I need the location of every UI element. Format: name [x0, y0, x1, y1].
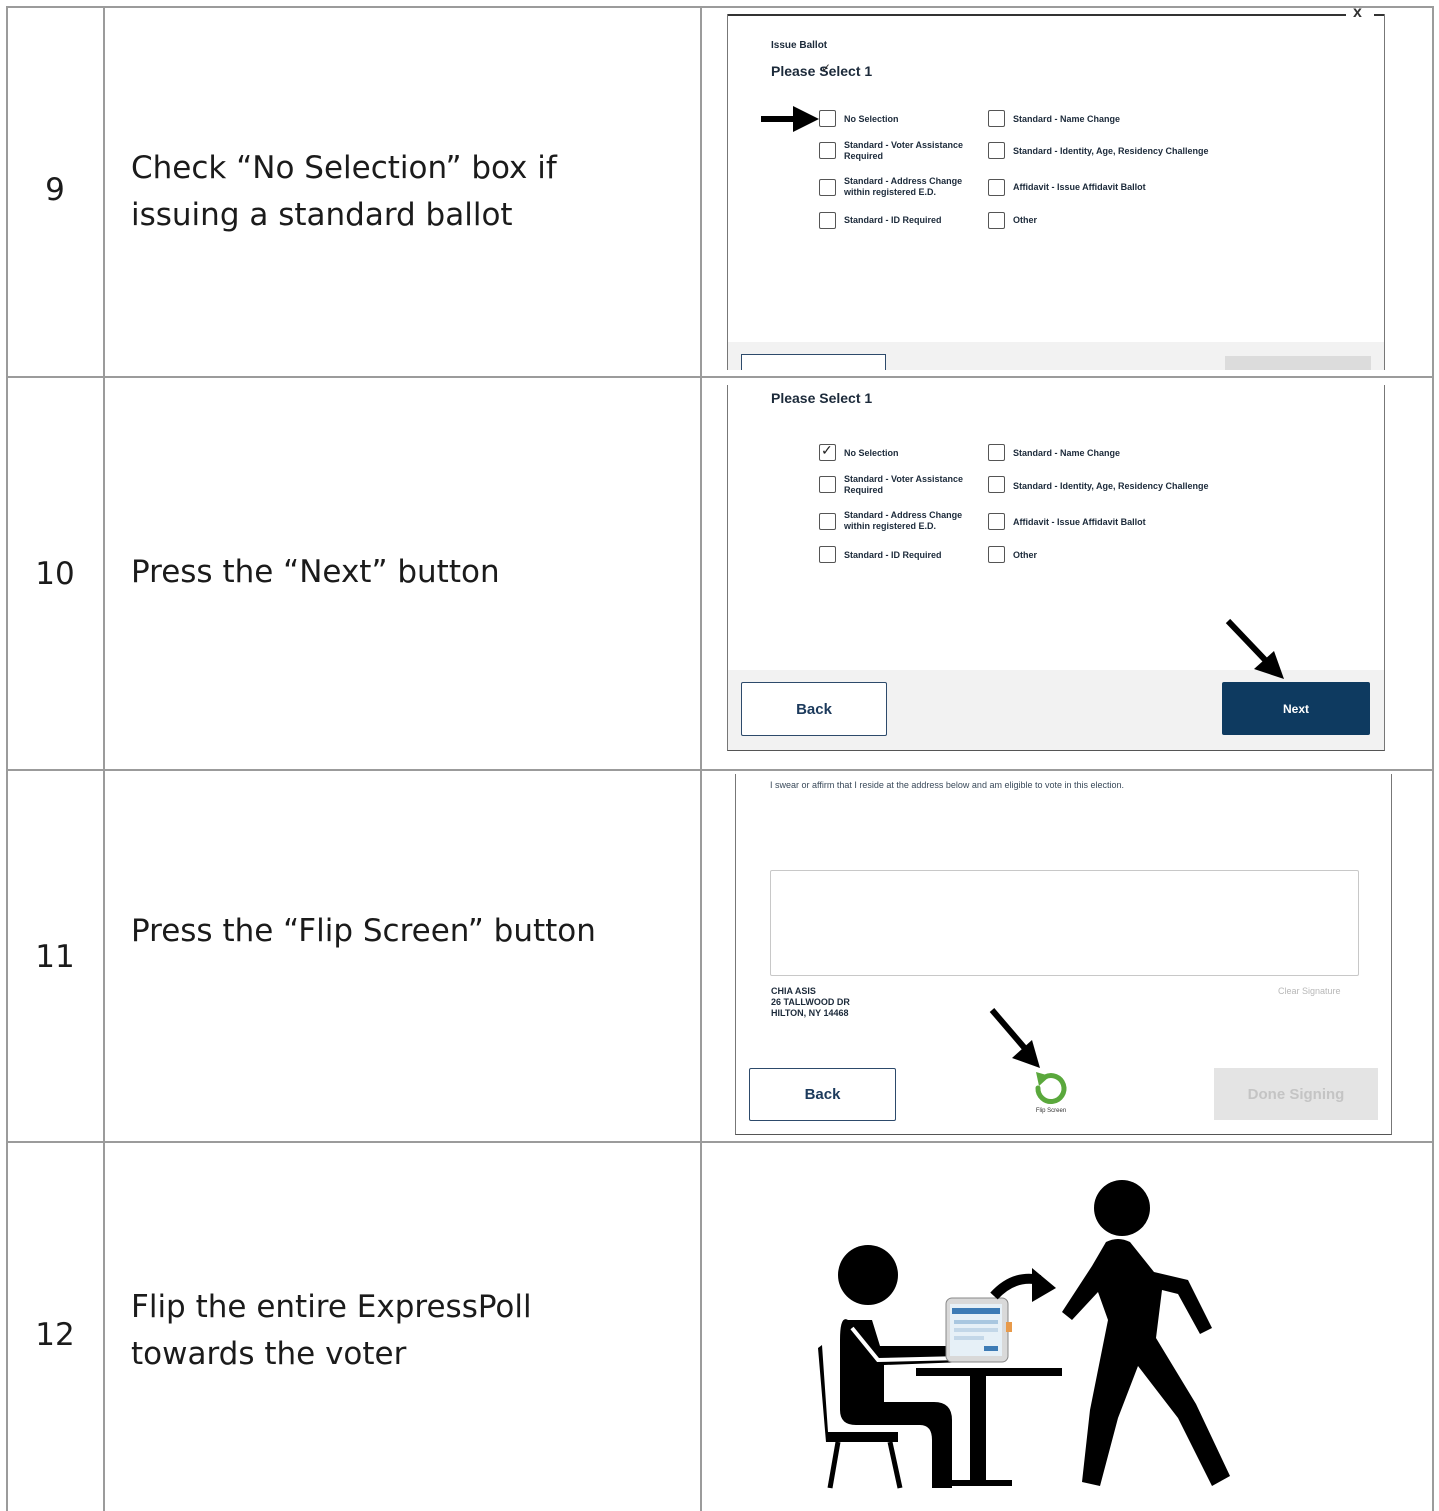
table-base — [950, 1480, 1012, 1486]
option-label: Standard - Name Change — [1013, 448, 1121, 458]
instruction-line: issuing a standard ballot — [131, 197, 513, 233]
screen-top-border-right — [1374, 14, 1384, 16]
back-button[interactable]: Back — [749, 1068, 896, 1121]
option-label: No Selection — [844, 448, 899, 458]
option-label: Standard - Address Change within registe… — [844, 176, 963, 197]
table-top — [916, 1368, 1062, 1376]
expresspoll-screen-row — [954, 1336, 984, 1340]
option-checkbox-address-change[interactable] — [819, 513, 836, 530]
back-button[interactable]: Back — [741, 682, 887, 736]
expresspoll-screen-row — [954, 1328, 998, 1332]
option-checkbox-address-change[interactable] — [819, 179, 836, 196]
step-instruction: Press the “Next” button — [131, 549, 686, 596]
option-label: Standard - Voter Assistance Required — [844, 474, 964, 495]
signature-pad[interactable] — [770, 870, 1359, 976]
option-checkbox-id-required[interactable] — [819, 546, 836, 563]
next-button[interactable]: Next — [1222, 682, 1370, 735]
pointer-arrow-icon — [1225, 618, 1284, 679]
option-checkbox-name-change[interactable] — [988, 444, 1005, 461]
table-divider-image — [700, 6, 702, 1511]
table-border-top — [6, 6, 1434, 8]
voter-head — [1094, 1180, 1150, 1236]
row-divider-10-11 — [6, 769, 1434, 771]
table-border-right — [1432, 6, 1434, 1511]
instruction-line: Press the “Next” button — [131, 554, 500, 590]
step-number: 10 — [35, 556, 75, 592]
voter-street: 26 TALLWOOD DR — [771, 997, 850, 1007]
instruction-line: Check “No Selection” box if — [131, 150, 557, 186]
dialog-header: Issue Ballot — [771, 40, 828, 51]
option-checkbox-identity-challenge[interactable] — [988, 142, 1005, 159]
option-label: Affidavit - Issue Affidavit Ballot — [1013, 517, 1146, 527]
expresspoll-light — [1006, 1322, 1012, 1332]
step-instruction: Check “No Selection” box if issuing a st… — [131, 145, 686, 239]
table-divider-number — [103, 6, 105, 1511]
step-number: 9 — [45, 172, 65, 208]
select-ballot-screen: Please Select 1 ✓ No Selection Standard … — [727, 385, 1385, 751]
option-label: Standard - ID Required — [844, 215, 942, 225]
option-label: Affidavit - Issue Affidavit Ballot — [1013, 182, 1146, 192]
option-label: Standard - Identity, Age, Residency Chal… — [1013, 481, 1209, 491]
pointer-arrow-icon — [761, 106, 819, 132]
table-border-left — [6, 6, 8, 1511]
row-divider-9-10 — [6, 376, 1434, 378]
close-icon[interactable]: x — [1353, 4, 1362, 22]
option-checkbox-affidavit[interactable] — [988, 179, 1005, 196]
option-checkbox-affidavit[interactable] — [988, 513, 1005, 530]
step-instruction: Flip the entire ExpressPoll towards the … — [131, 1284, 686, 1378]
voter-name: CHIA ASIS — [771, 986, 816, 996]
done-signing-button[interactable]: Done Signing — [1214, 1068, 1378, 1120]
instruction-line: Press the “Flip Screen” button — [131, 913, 596, 949]
cursor-check-icon: ✓ — [821, 61, 832, 75]
row-divider-11-12 — [6, 1141, 1434, 1143]
step-number: 11 — [35, 939, 75, 975]
step-instruction: Press the “Flip Screen” button — [131, 908, 686, 955]
option-checkbox-other[interactable] — [988, 546, 1005, 563]
option-checkbox-voter-assistance[interactable] — [819, 476, 836, 493]
flip-arrow-head — [1032, 1268, 1056, 1302]
option-checkbox-other[interactable] — [988, 212, 1005, 229]
instruction-line: Flip the entire ExpressPoll — [131, 1289, 532, 1325]
clear-signature-link[interactable]: Clear Signature — [1278, 986, 1341, 996]
option-checkbox-no-selection[interactable] — [819, 110, 836, 127]
option-label: Other — [1013, 550, 1038, 560]
option-label: Standard - Voter Assistance Required — [844, 140, 964, 161]
option-checkbox-voter-assistance[interactable] — [819, 142, 836, 159]
voter-city: HILTON, NY 14468 — [771, 1008, 849, 1018]
option-checkbox-name-change[interactable] — [988, 110, 1005, 127]
option-checkbox-identity-challenge[interactable] — [988, 476, 1005, 493]
flip-screen-button[interactable]: Flip Screen — [1028, 1070, 1074, 1122]
option-checkbox-no-selection[interactable]: ✓ — [819, 442, 836, 461]
option-checkbox-id-required[interactable] — [819, 212, 836, 229]
voter-body — [1062, 1239, 1230, 1486]
option-label: Standard - Identity, Age, Residency Chal… — [1013, 146, 1209, 156]
expresspoll-screen-button — [984, 1346, 998, 1351]
expresspoll-screen-row — [954, 1320, 998, 1324]
table-post — [970, 1376, 986, 1482]
option-label: Standard - ID Required — [844, 550, 942, 560]
option-label: No Selection — [844, 114, 899, 124]
signature-screen: I swear or affirm that I reside at the a… — [735, 774, 1392, 1135]
pointer-arrow-icon — [989, 1008, 1040, 1068]
back-button-partial[interactable] — [741, 354, 886, 370]
expresspoll-screen-header — [952, 1308, 1000, 1314]
option-label: Standard - Address Change within registe… — [844, 510, 963, 531]
dialog-title: Please Select 1 — [771, 390, 873, 406]
flip-expresspoll-illustration — [818, 1180, 1230, 1489]
oath-text: I swear or affirm that I reside at the a… — [770, 780, 1125, 790]
step-number: 12 — [35, 1317, 75, 1353]
option-label: Standard - Name Change — [1013, 114, 1121, 124]
chair-leg — [827, 1441, 841, 1489]
checkmark-icon: ✓ — [821, 442, 833, 458]
flip-screen-label: Flip Screen — [1035, 1108, 1067, 1114]
flip-screen-icon — [1035, 1072, 1067, 1105]
next-button-partial[interactable] — [1225, 356, 1371, 370]
option-label: Other — [1013, 215, 1038, 225]
instruction-line: towards the voter — [131, 1336, 407, 1372]
issue-ballot-screen: x Issue Ballot Please Select 1 ✓ No Sele… — [727, 4, 1385, 370]
worker-head — [838, 1245, 898, 1305]
screen-top-border — [728, 14, 1346, 16]
chair-leg — [887, 1441, 903, 1489]
